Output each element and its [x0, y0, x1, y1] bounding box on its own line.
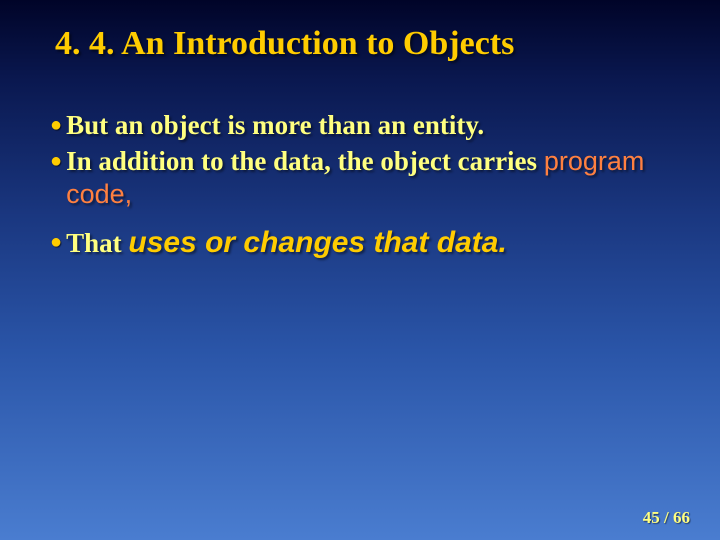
bullet-text: That uses or changes that data.	[66, 226, 670, 259]
bullet-icon: ●	[50, 145, 66, 177]
page-current: 45	[643, 508, 660, 527]
slide-title: 4. 4. An Introduction to Objects	[0, 0, 720, 65]
page-sep: /	[660, 508, 673, 527]
bullet-emphasis: uses or changes that data.	[128, 226, 506, 259]
bullet-icon: ●	[50, 226, 66, 258]
bullet-icon: ●	[50, 109, 66, 141]
bullet-lead: That	[66, 228, 128, 258]
page-number: 45 / 66	[643, 508, 690, 528]
presentation-slide: 4. 4. An Introduction to Objects ● But a…	[0, 0, 720, 540]
slide-content: ● But an object is more than an entity. …	[0, 65, 720, 259]
spacer	[50, 214, 670, 226]
bullet-text: In addition to the data, the object carr…	[66, 145, 670, 213]
bullet-text: But an object is more than an entity.	[66, 109, 670, 143]
bullet-item: ● That uses or changes that data.	[50, 226, 670, 259]
page-total: 66	[673, 508, 690, 527]
bullet-lead: In addition to the data, the object carr…	[66, 146, 544, 176]
bullet-item: ● In addition to the data, the object ca…	[50, 145, 670, 213]
bullet-item: ● But an object is more than an entity.	[50, 109, 670, 143]
